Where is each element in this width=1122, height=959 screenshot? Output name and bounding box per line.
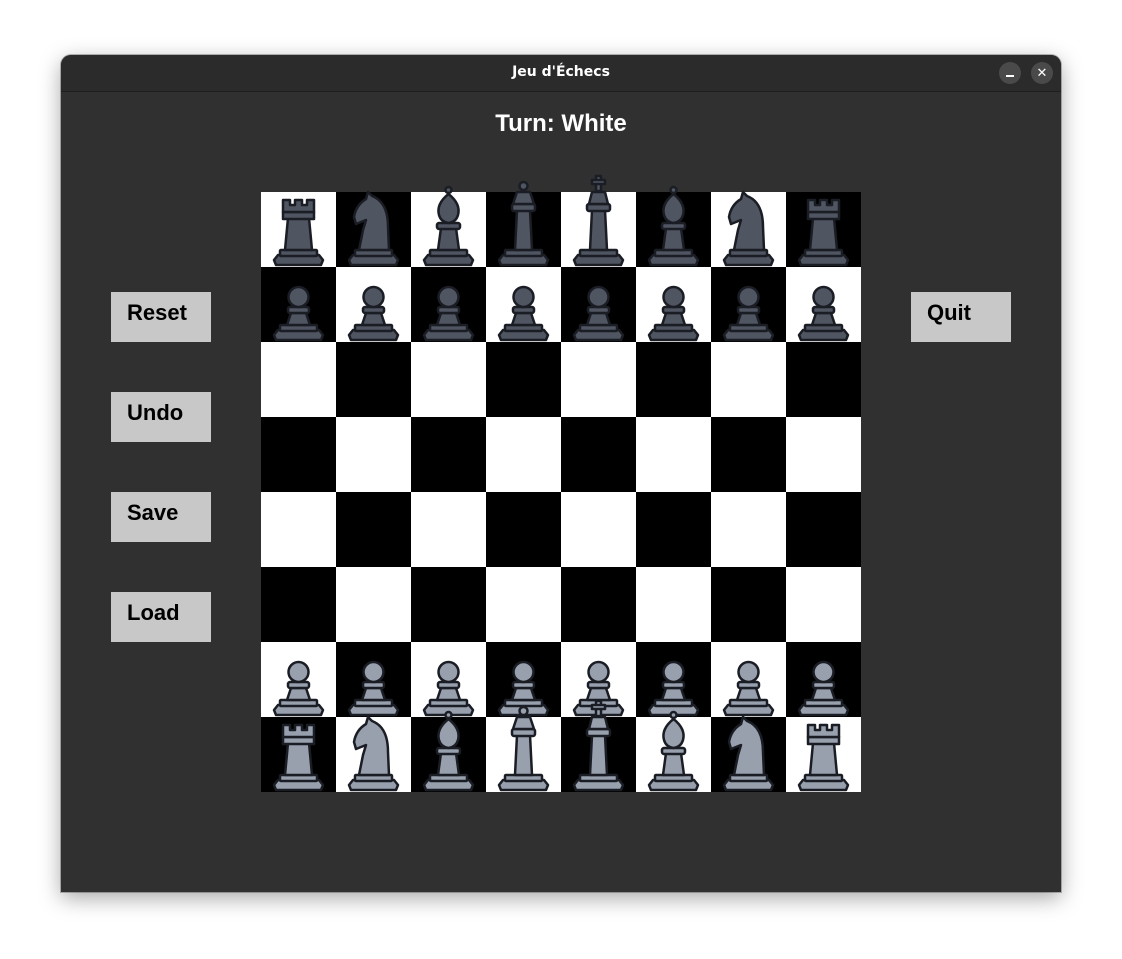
square-c4[interactable] — [411, 492, 486, 567]
square-e1[interactable] — [561, 699, 636, 792]
square-e7[interactable] — [561, 267, 636, 342]
black-pawn-icon[interactable] — [411, 247, 486, 342]
square-g1[interactable] — [711, 715, 786, 792]
square-a4[interactable] — [261, 492, 336, 567]
close-button[interactable]: ✕ — [1031, 62, 1053, 84]
square-f7[interactable] — [636, 267, 711, 342]
square-h1[interactable] — [786, 717, 861, 792]
square-f4[interactable] — [636, 492, 711, 567]
square-a6[interactable] — [261, 342, 336, 417]
app-window: Jeu d'Échecs ✕ Turn: White Reset Undo Sa… — [61, 55, 1061, 892]
square-c7[interactable] — [411, 267, 486, 342]
quit-button[interactable]: Quit — [911, 292, 1011, 342]
undo-button[interactable]: Undo — [111, 392, 211, 442]
square-a5[interactable] — [261, 417, 336, 492]
white-bishop-icon[interactable] — [411, 697, 486, 792]
square-g4[interactable] — [711, 492, 786, 567]
white-king-icon[interactable] — [561, 697, 636, 792]
square-d7[interactable] — [486, 267, 561, 342]
square-g6[interactable] — [711, 342, 786, 417]
save-button[interactable]: Save — [111, 492, 211, 542]
square-g5[interactable] — [711, 417, 786, 492]
black-pawn-icon[interactable] — [336, 247, 411, 342]
reset-button[interactable]: Reset — [111, 292, 211, 342]
title-bar[interactable]: Jeu d'Échecs ✕ — [61, 55, 1061, 92]
square-d5[interactable] — [486, 417, 561, 492]
minimize-icon — [1006, 75, 1014, 77]
white-rook-icon[interactable] — [261, 697, 336, 792]
white-bishop-icon[interactable] — [636, 697, 711, 792]
square-d6[interactable] — [486, 342, 561, 417]
black-pawn-icon[interactable] — [261, 247, 336, 342]
chess-board[interactable] — [261, 174, 861, 792]
square-d4[interactable] — [486, 492, 561, 567]
square-f1[interactable] — [636, 710, 711, 792]
white-queen-icon[interactable] — [486, 697, 561, 792]
square-h5[interactable] — [786, 417, 861, 492]
turn-indicator: Turn: White — [495, 110, 627, 137]
square-f6[interactable] — [636, 342, 711, 417]
square-b6[interactable] — [336, 342, 411, 417]
black-pawn-icon[interactable] — [711, 247, 786, 342]
white-rook-icon[interactable] — [786, 697, 861, 792]
square-e4[interactable] — [561, 492, 636, 567]
minimize-button[interactable] — [999, 62, 1021, 84]
square-b4[interactable] — [336, 492, 411, 567]
square-h6[interactable] — [786, 342, 861, 417]
square-f5[interactable] — [636, 417, 711, 492]
square-h4[interactable] — [786, 492, 861, 567]
square-c6[interactable] — [411, 342, 486, 417]
square-e5[interactable] — [561, 417, 636, 492]
load-button[interactable]: Load — [111, 592, 211, 642]
black-pawn-icon[interactable] — [786, 247, 861, 342]
square-c5[interactable] — [411, 417, 486, 492]
square-b7[interactable] — [336, 267, 411, 342]
square-e6[interactable] — [561, 342, 636, 417]
square-g7[interactable] — [711, 267, 786, 342]
white-knight-icon[interactable] — [711, 697, 786, 792]
square-a7[interactable] — [261, 267, 336, 342]
black-pawn-icon[interactable] — [636, 247, 711, 342]
black-pawn-icon[interactable] — [486, 247, 561, 342]
square-c1[interactable] — [411, 710, 486, 792]
white-knight-icon[interactable] — [336, 697, 411, 792]
close-icon: ✕ — [1036, 65, 1048, 81]
square-b1[interactable] — [336, 715, 411, 792]
square-d1[interactable] — [486, 705, 561, 792]
square-h7[interactable] — [786, 267, 861, 342]
black-pawn-icon[interactable] — [561, 247, 636, 342]
square-b5[interactable] — [336, 417, 411, 492]
square-a1[interactable] — [261, 717, 336, 792]
window-title: Jeu d'Échecs — [512, 64, 610, 80]
